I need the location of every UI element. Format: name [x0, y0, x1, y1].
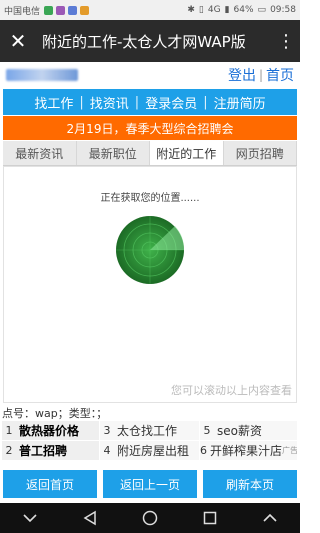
hot-link-label: 附近房屋出租: [117, 444, 190, 458]
nav-find-news[interactable]: 找资讯: [84, 93, 135, 112]
hot-link-number: 2: [5, 444, 13, 457]
hot-link-label: 散热器价格: [19, 424, 80, 438]
tab-nearby-jobs[interactable]: 附近的工作: [150, 141, 224, 165]
hot-link-number: 5: [203, 424, 211, 437]
nearby-jobs-panel: 正在获取您的位置...... 您可以滚动以上内容查看: [3, 166, 297, 403]
bluetooth-icon: ✱: [187, 5, 195, 15]
app-notification-icon: [44, 5, 54, 15]
home-link[interactable]: 首页: [266, 65, 294, 85]
divider: |: [79, 94, 84, 110]
tab-web-recruit[interactable]: 网页招聘: [224, 141, 297, 165]
collapse-icon[interactable]: [18, 508, 42, 528]
tab-latest-jobs[interactable]: 最新职位: [77, 141, 150, 165]
main-nav: 找工作 | 找资讯 | 登录会员 | 注册简历: [3, 89, 297, 115]
hot-link-label: 开鲜榨果汁店: [210, 444, 283, 458]
system-nav-bar: [0, 503, 300, 533]
divider: |: [203, 94, 208, 110]
status-bar: 中国电信 ✱ ▯ 4G ▮ 64% ▭ 09:58: [0, 0, 300, 20]
hot-link[interactable]: 6 开鲜榨果汁店 广告: [200, 441, 298, 461]
hot-link[interactable]: 3 太仓找工作: [100, 421, 200, 441]
nav-register-resume[interactable]: 注册简历: [208, 93, 272, 112]
network-type: 4G: [207, 5, 221, 15]
refresh-button[interactable]: 刷新本页: [203, 470, 297, 498]
hot-link-number: 4: [103, 444, 111, 457]
hot-link[interactable]: 4 附近房屋出租: [100, 441, 200, 461]
clock: 09:58: [270, 5, 296, 15]
app-notification-icon: [80, 5, 90, 15]
back-home-button[interactable]: 返回首页: [3, 470, 97, 498]
divider: |: [258, 68, 263, 82]
browser-title-bar: ✕ 附近的工作-太仓人才网WAP版 ⋮: [0, 20, 300, 62]
blurred-username: [6, 69, 78, 81]
hot-link-number: 6: [200, 444, 207, 457]
signal-icon: ▮: [224, 5, 230, 15]
back-previous-button[interactable]: 返回上一页: [103, 470, 197, 498]
hot-link-number: 1: [5, 424, 13, 437]
page-title: 附近的工作-太仓人才网WAP版: [42, 32, 246, 51]
divider: |: [134, 94, 140, 110]
tab-latest-news[interactable]: 最新资讯: [3, 141, 77, 165]
app-notification-icon: [68, 5, 78, 15]
menu-icon[interactable]: [258, 508, 282, 528]
hot-link[interactable]: 2 普工招聘: [2, 441, 100, 461]
carrier-label: 中国电信: [4, 6, 41, 17]
logout-link[interactable]: 登出: [228, 65, 256, 85]
content-tabs: 最新资讯 最新职位 附近的工作 网页招聘: [3, 141, 297, 166]
bottom-button-row: 返回首页 返回上一页 刷新本页: [3, 470, 297, 498]
job-fair-banner[interactable]: 2月19日，春季大型综合招聘会: [3, 116, 297, 140]
locating-text: 正在获取您的位置......: [100, 193, 200, 204]
radar-icon: [116, 216, 185, 284]
close-icon[interactable]: ✕: [0, 29, 36, 53]
info-line: 点号：wap；类型：；: [2, 407, 108, 420]
hot-link-number: 3: [103, 424, 111, 437]
hot-link-label: 普工招聘: [19, 444, 68, 458]
battery-level: 64%: [233, 5, 254, 15]
battery-icon: ▭: [257, 5, 267, 15]
vibrate-icon: ▯: [198, 5, 204, 15]
hot-link-label: seo薪资: [217, 424, 262, 438]
recent-apps-icon[interactable]: [198, 508, 222, 528]
hot-links-grid: 1 散热器价格 3 太仓找工作 5 seo薪资 2 普工招聘 4 附近房屋出租 …: [2, 421, 298, 461]
hot-link[interactable]: 1 散热器价格: [2, 421, 100, 441]
scroll-hint: 您可以滚动以上内容查看: [171, 384, 292, 397]
nav-find-job[interactable]: 找工作: [28, 93, 79, 112]
hot-link[interactable]: 5 seo薪资: [200, 421, 298, 441]
app-notification-icon: [56, 5, 66, 15]
ad-tag: 广告: [282, 446, 298, 455]
nav-member-login[interactable]: 登录会员: [139, 93, 203, 112]
home-icon[interactable]: [138, 508, 162, 528]
account-row: 登出 | 首页: [0, 62, 300, 88]
hot-link-label: 太仓找工作: [117, 424, 178, 438]
more-menu-icon[interactable]: ⋮: [272, 31, 300, 52]
back-icon[interactable]: [78, 508, 102, 528]
